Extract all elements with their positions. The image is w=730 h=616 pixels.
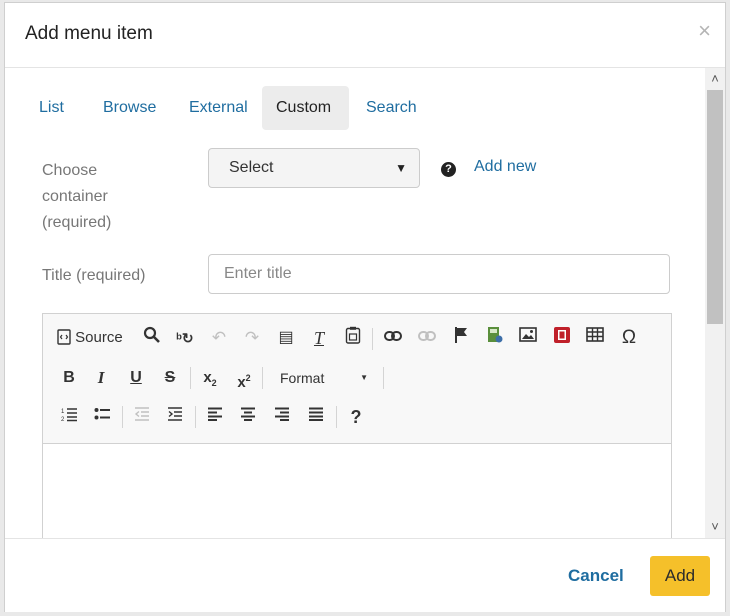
- redo-icon[interactable]: ↷: [240, 326, 264, 350]
- format-dropdown[interactable]: Format ▼: [270, 366, 382, 390]
- toolbar-separator: [372, 328, 373, 350]
- indent-icon[interactable]: [163, 405, 187, 429]
- anchor-icon[interactable]: [449, 326, 473, 350]
- link-icon[interactable]: [381, 326, 405, 350]
- toolbar-separator: [122, 406, 123, 428]
- scroll-up-icon[interactable]: ˄: [705, 70, 725, 88]
- help-icon[interactable]: ?: [344, 405, 368, 429]
- align-right-icon[interactable]: [270, 405, 294, 429]
- caret-down-icon: ▼: [360, 373, 368, 382]
- replace-icon[interactable]: ᵇ↻: [172, 326, 198, 350]
- bulleted-list-icon[interactable]: [90, 405, 114, 429]
- cancel-button[interactable]: Cancel: [568, 566, 624, 586]
- undo-icon[interactable]: ↶: [207, 326, 231, 350]
- add-button[interactable]: Add: [650, 556, 710, 596]
- toolbar-separator: [383, 367, 384, 389]
- toolbar-separator: [336, 406, 337, 428]
- scroll-thumb[interactable]: [707, 90, 723, 324]
- find-icon[interactable]: [140, 326, 164, 350]
- strikethrough-icon[interactable]: S: [158, 366, 182, 390]
- close-icon[interactable]: ×: [698, 17, 711, 45]
- source-button[interactable]: Source: [57, 326, 129, 350]
- unlink-icon[interactable]: [415, 326, 439, 350]
- container-label: Choose container (required): [42, 162, 112, 231]
- underline-icon[interactable]: U: [124, 366, 148, 390]
- dialog-title: Add menu item: [25, 23, 153, 44]
- title-label: Title (required): [42, 267, 146, 284]
- editor-toolbar: Source ᵇ↻ ↶ ↷ ▤ T Ω B I U S x2 x2 Format…: [43, 314, 671, 444]
- toolbar-separator: [190, 367, 191, 389]
- source-icon: [57, 329, 71, 345]
- svg-text:2: 2: [61, 417, 65, 422]
- tab-custom[interactable]: Custom: [262, 86, 349, 130]
- scroll-down-icon[interactable]: ˅: [705, 518, 725, 536]
- page-break-icon[interactable]: ▤: [274, 326, 298, 350]
- dialog-header: Add menu item ×: [5, 3, 725, 68]
- tab-list[interactable]: List: [25, 86, 89, 130]
- caret-down-icon: ▼: [395, 161, 407, 175]
- align-center-icon[interactable]: [236, 405, 260, 429]
- title-input[interactable]: [208, 254, 670, 294]
- video-icon[interactable]: [550, 326, 574, 350]
- dialog-footer: Cancel Add: [5, 538, 725, 612]
- tab-external[interactable]: External: [175, 86, 262, 130]
- container-select-value: Select: [229, 159, 274, 176]
- outdent-icon[interactable]: [130, 405, 154, 429]
- image-icon[interactable]: [516, 326, 540, 350]
- source-label: Source: [75, 329, 123, 346]
- bold-icon[interactable]: B: [57, 366, 81, 390]
- toolbar-separator: [262, 367, 263, 389]
- align-left-icon[interactable]: [203, 405, 227, 429]
- italic-icon[interactable]: I: [89, 366, 113, 390]
- table-icon[interactable]: [583, 326, 607, 350]
- numbered-list-icon[interactable]: 12: [57, 405, 81, 429]
- tab-search[interactable]: Search: [352, 86, 432, 130]
- toolbar-separator: [195, 406, 196, 428]
- add-new-link[interactable]: Add new: [474, 158, 536, 176]
- justify-icon[interactable]: [304, 405, 328, 429]
- rich-text-editor: Source ᵇ↻ ↶ ↷ ▤ T Ω B I U S x2 x2 Format…: [42, 313, 672, 538]
- vertical-scrollbar[interactable]: ˄ ˅: [705, 68, 725, 538]
- remove-format-icon[interactable]: T: [307, 326, 331, 350]
- paste-from-word-icon[interactable]: [341, 326, 365, 350]
- dialog-body: List Browse External Custom Search Choos…: [5, 68, 705, 538]
- container-select[interactable]: Select ▼: [208, 148, 420, 188]
- special-char-icon[interactable]: Ω: [617, 326, 641, 350]
- help-icon[interactable]: ?: [441, 162, 456, 177]
- editor-content-area[interactable]: [43, 444, 671, 538]
- add-menu-item-dialog: Add menu item × List Browse External Cus…: [4, 2, 726, 612]
- image-gallery-icon[interactable]: [483, 326, 507, 350]
- svg-text:1: 1: [61, 409, 65, 415]
- superscript-icon[interactable]: x2: [232, 366, 256, 391]
- format-label: Format: [280, 370, 325, 386]
- subscript-icon[interactable]: x2: [198, 366, 222, 390]
- tab-browse[interactable]: Browse: [89, 86, 175, 130]
